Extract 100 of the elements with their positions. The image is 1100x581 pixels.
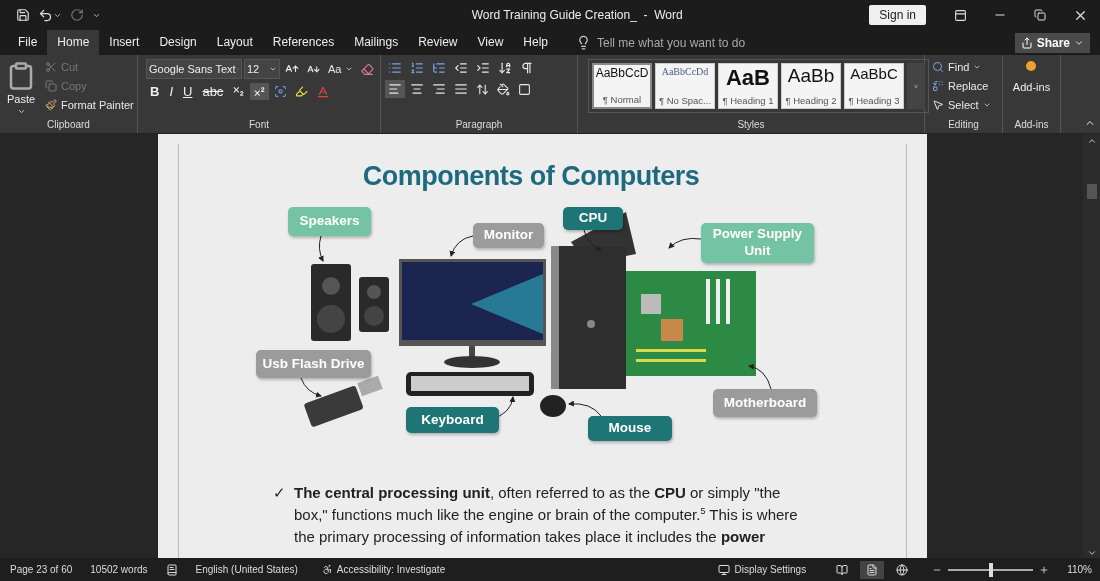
undo-icon xyxy=(38,7,53,23)
accessibility-button[interactable]: Accessibility: Investigate xyxy=(315,561,452,578)
style-name: ¶ Heading 1 xyxy=(722,95,774,106)
font-style-button[interactable]: I xyxy=(165,82,177,101)
mouse-drawing xyxy=(540,395,566,417)
language-status: English (United States) xyxy=(195,564,298,575)
style-sample: AaB xyxy=(726,66,770,91)
vertical-scrollbar[interactable] xyxy=(1083,134,1100,558)
style-card[interactable]: AaB ¶ Heading 1 xyxy=(718,63,778,109)
menu-tab[interactable]: Help xyxy=(513,30,558,55)
group-label: Add-ins xyxy=(1013,119,1050,132)
scissors-icon xyxy=(45,61,57,73)
font-style-button[interactable]: U xyxy=(179,82,197,101)
menu-tab[interactable]: Insert xyxy=(99,30,150,55)
leader-arrow xyxy=(300,377,322,398)
caret-icon xyxy=(1074,38,1084,48)
dot-icon xyxy=(1026,61,1037,71)
style-sample: AaBbCcDd xyxy=(661,66,709,77)
leader-arrow xyxy=(449,235,474,257)
figure-title: Components of Computers xyxy=(362,161,700,192)
add-ins-button[interactable]: Add-ins xyxy=(1010,59,1053,119)
diagram-label: Monitor xyxy=(473,223,544,248)
style-name: ¶ Normal xyxy=(602,94,642,105)
monitor-icon xyxy=(718,563,731,576)
style-sample: AaBbC xyxy=(850,66,898,83)
caret-icon xyxy=(973,63,982,71)
menu-tab[interactable]: Review xyxy=(408,30,468,55)
group-label: Font xyxy=(248,119,270,132)
font-size-field[interactable]: 12 xyxy=(244,59,280,79)
diagram-label: Power Supply Unit xyxy=(701,223,814,263)
window-title: Word Training Guide Creation_ - Word xyxy=(470,8,684,22)
print-view-icon[interactable] xyxy=(860,560,885,579)
diagram-label: CPU xyxy=(563,207,623,230)
group-label: Paragraph xyxy=(454,119,504,132)
leader-arrow xyxy=(318,235,324,262)
style-name: ¶ Heading 3 xyxy=(848,95,900,106)
style-card[interactable]: AaBbCcDd ¶ No Spac... xyxy=(655,63,715,109)
paste-button[interactable]: Paste xyxy=(4,59,38,119)
menu-tab[interactable]: View xyxy=(467,30,514,55)
caret-icon xyxy=(269,65,277,73)
style-sample: AaBb xyxy=(787,66,835,87)
menu-tab[interactable]: File xyxy=(8,30,48,55)
style-card[interactable]: AaBbC ¶ Heading 3 xyxy=(844,63,904,109)
paragraph-text: The central processing unit, often referred to as the CPU or simply "the box," functions much like the engine or brain of the computer.$^{5}$ This is where the primary processing of information takes place it includes the power xyxy=(294,483,799,547)
scroll-down-icon xyxy=(1086,548,1097,558)
format-painter-button[interactable]: Format Painter xyxy=(42,97,137,113)
align-left-icon[interactable] xyxy=(385,80,405,98)
zoom-level: 110% xyxy=(1067,564,1092,575)
font-name-field[interactable]: Google Sans Text xyxy=(146,59,242,79)
menu-tab[interactable]: Design xyxy=(149,30,207,55)
diagram-label: Motherboard xyxy=(713,389,817,417)
paintbrush-icon xyxy=(45,99,57,111)
group-label: Editing xyxy=(947,119,980,132)
caret-icon xyxy=(982,101,991,109)
caret-icon xyxy=(345,65,354,73)
group-label: Clipboard xyxy=(46,119,91,132)
scroll-up-icon xyxy=(1086,136,1097,146)
select-button[interactable]: Select xyxy=(929,97,994,113)
sign-in-button[interactable]: Sign in xyxy=(869,5,926,25)
word-count: 10502 words xyxy=(90,564,148,575)
style-card[interactable]: AaBbCcD ¶ Normal xyxy=(592,63,652,109)
caret-icon xyxy=(16,107,26,116)
style-name: ¶ Heading 2 xyxy=(785,95,837,106)
diagram-label: Mouse xyxy=(588,416,672,441)
display-settings-button[interactable]: Display Settings xyxy=(712,560,813,579)
menu-tab[interactable]: References xyxy=(262,30,345,55)
menu-tab[interactable]: Home xyxy=(47,30,100,55)
menu-tab[interactable]: Layout xyxy=(206,30,263,55)
leader-arrow xyxy=(583,229,602,251)
diagram-label: Usb Flash Drive xyxy=(256,350,371,378)
diagram-label: Speakers xyxy=(288,207,371,236)
superscript-icon[interactable] xyxy=(250,83,270,100)
change-case-button[interactable]: Aa xyxy=(325,61,357,77)
share-button[interactable]: Share xyxy=(1014,33,1090,53)
leader-arrow xyxy=(568,400,602,417)
search-icon xyxy=(932,61,944,73)
menu-tab[interactable]: Mailings xyxy=(344,30,409,55)
leader-arrow xyxy=(748,364,772,390)
font-style-button[interactable]: B xyxy=(146,82,164,101)
pointer-icon xyxy=(932,99,944,111)
style-sample: AaBbCcD xyxy=(595,67,649,81)
font-style-button[interactable]: abc xyxy=(198,82,228,101)
tell-me-field[interactable]: Tell me what you want to do xyxy=(597,35,746,50)
replace-icon xyxy=(932,80,944,92)
share-icon xyxy=(1020,37,1033,49)
check-bullet: ✓ xyxy=(273,483,286,503)
zoom-in-icon xyxy=(1039,564,1050,575)
scroll-thumb[interactable] xyxy=(1086,184,1097,199)
lightbulb-icon xyxy=(576,35,591,50)
zoom-thumb[interactable] xyxy=(988,562,993,577)
style-card[interactable]: AaBb ¶ Heading 2 xyxy=(781,63,841,109)
find-button[interactable]: Find xyxy=(929,59,994,75)
proofing-icon xyxy=(165,563,178,576)
replace-button[interactable]: Replace xyxy=(929,78,994,94)
leader-arrow xyxy=(668,237,702,249)
style-name: ¶ No Spac... xyxy=(658,95,712,106)
page-count: Page 23 of 60 xyxy=(10,564,73,575)
group-label: Styles xyxy=(736,119,766,132)
copy-icon xyxy=(45,80,57,92)
accessibility-icon xyxy=(321,564,333,575)
